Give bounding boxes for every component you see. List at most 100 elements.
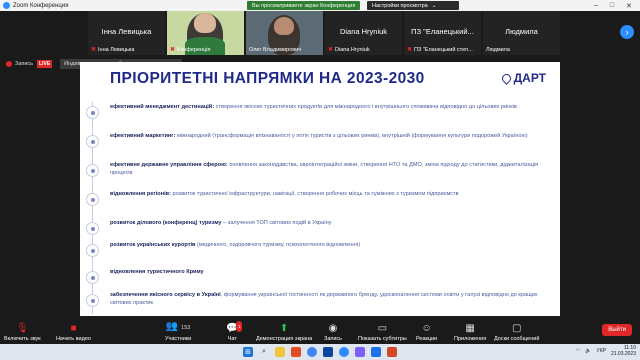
search-icon[interactable]: ⌕ [259, 347, 269, 357]
participant-tile[interactable]: Олег Владимирович [246, 11, 323, 55]
participant-tile[interactable]: Інна Левицька ✖ Інна Левицька [88, 11, 165, 55]
minimize-button[interactable]: – [594, 2, 598, 10]
participant-name: ПЗ "Еланецький степ... [414, 46, 473, 53]
viewing-screen-label: Вы просматриваете экран Конференция [252, 2, 356, 9]
chevron-down-icon: ⌄ [431, 2, 437, 9]
cc-icon: ▭ [377, 323, 388, 334]
priority-heading: ефективний менеджмент дестинацій: [110, 104, 215, 110]
chat-button[interactable]: 💬 1 Чат [226, 321, 243, 342]
next-page-button[interactable]: › [620, 25, 634, 39]
zoom-app-icon [3, 2, 10, 9]
maximize-button[interactable]: □ [610, 2, 614, 10]
leave-meeting-button[interactable]: Выйти [602, 324, 632, 336]
apps-label: Приложения [454, 336, 487, 342]
priority-text: – залучення ТОП світових подій в Україну [221, 220, 332, 226]
unmute-label: Включить звук [4, 336, 41, 342]
powerpoint-icon[interactable] [387, 347, 397, 357]
participant-name: Людмила [486, 47, 510, 53]
word-icon[interactable] [371, 347, 381, 357]
priority-item: ефективний менеджмент дестинацій: створе… [86, 104, 546, 119]
clock[interactable]: 11:10 21.03.2023 [611, 345, 636, 357]
shared-slide: ПРІОРИТЕТНІ НАПРЯМКИ НА 2023-2030 ДАРТ е… [80, 62, 560, 317]
start-video-label: Начать видео [56, 336, 91, 342]
meeting-toolbar: 🎙 Включить звук ■ Начать видео 👥 153 Уча… [0, 316, 640, 344]
priority-heading: ефективний маркетинг: [110, 133, 176, 139]
apps-icon: ▦ [465, 323, 475, 334]
participant-tile[interactable]: ✖ Конференція [167, 11, 244, 55]
participant-face [274, 17, 294, 35]
unmute-button[interactable]: 🎙 Включить звук [4, 323, 41, 342]
record-label: Запись [324, 336, 343, 342]
participant-big-name: Інна Левицька [101, 27, 152, 36]
muted-mic-icon: ✖ [170, 47, 176, 53]
recording-icon [6, 61, 12, 67]
slide-title: ПРІОРИТЕТНІ НАПРЯМКИ НА 2023-2030 [110, 70, 425, 87]
zoom-taskbar-icon[interactable] [339, 347, 349, 357]
viewing-screen-badge: Вы просматриваете экран Конференция [247, 1, 361, 10]
view-options-label: Настройки просмотра [372, 2, 428, 9]
priority-heading: розвиток ділового (конференц) туризму [110, 220, 222, 226]
close-button[interactable]: ✕ [626, 2, 632, 10]
timeline-node-icon [86, 222, 99, 235]
priority-item: відновлення регіонів: розвиток туристичн… [86, 191, 546, 206]
viber-icon[interactable] [355, 347, 365, 357]
store-icon[interactable] [323, 347, 333, 357]
reactions-label: Реакции [416, 336, 438, 342]
participants-button[interactable]: 👥 153 Участники [165, 321, 191, 342]
whiteboards-button[interactable]: ▢ Доски сообщений [494, 323, 539, 342]
participant-name: Олег Владимирович [249, 47, 302, 53]
participant-tile[interactable]: ПЗ "Еланецький... ✖ ПЗ "Еланецький степ..… [404, 11, 481, 55]
reactions-button[interactable]: ☺ Реакции [416, 323, 437, 342]
chrome-icon[interactable] [307, 347, 317, 357]
timeline-node-icon [86, 135, 99, 148]
participant-strip: Інна Левицька ✖ Інна Левицька ✖ Конференці… [0, 11, 640, 55]
participant-face [194, 13, 216, 33]
os-taskbar: ⊞ ⌕ ◠ 🔈 УКР 11:10 21.03.2023 [0, 344, 640, 360]
timeline-node-icon [86, 164, 99, 177]
smiley-icon: ☺ [421, 323, 432, 334]
apps-button[interactable]: ▦ Приложения [454, 323, 486, 342]
timeline-node-icon [86, 193, 99, 206]
timeline-node-icon [86, 244, 99, 257]
priority-heading: ефективне державне управління сферою: [110, 162, 228, 168]
file-explorer-icon[interactable] [275, 347, 285, 357]
windows-start-icon[interactable]: ⊞ [243, 347, 253, 357]
priority-item: відновлення туристичного Криму [86, 269, 546, 284]
chat-label: Чат [227, 336, 237, 342]
participant-big-name: Людмила [505, 27, 538, 36]
priority-text: розвиток туристичної інфраструктури, нав… [170, 191, 459, 197]
live-badge[interactable]: LIVE [37, 60, 53, 68]
priority-item: забезпечення якісного сервісу в Україні,… [86, 292, 546, 307]
record-button[interactable]: ◉ Запись [324, 323, 342, 342]
logo-text: ДАРТ [513, 71, 546, 85]
chat-unread-badge: 1 [235, 321, 243, 332]
priority-heading: розвиток українських курортів [110, 242, 196, 248]
clock-date: 21.03.2023 [610, 351, 636, 357]
participants-label: Участники [165, 336, 192, 342]
record-icon: ◉ [328, 323, 338, 334]
captions-button[interactable]: ▭ Показать субтитры [358, 323, 407, 342]
window-titlebar: Zoom Конференция Вы просматриваете экран… [0, 0, 640, 11]
view-options-button[interactable]: Настройки просмотра ⌄ [367, 1, 459, 10]
priority-item: розвиток українських курортів (медичного… [86, 242, 546, 257]
recording-label: Запись [15, 61, 34, 67]
priority-text: створення якісних туристичних продуктів … [214, 104, 517, 110]
priority-text: (медичного, оздоровчого туризму, психоло… [195, 242, 361, 248]
participants-count: 153 [181, 325, 191, 331]
timeline-node-icon [86, 294, 99, 307]
share-screen-icon: ⬆ [279, 323, 289, 334]
mic-off-icon: 🎙 [15, 323, 29, 334]
start-video-button[interactable]: ■ Начать видео [56, 323, 91, 342]
language-indicator[interactable]: УКР [597, 348, 606, 354]
opera-icon[interactable] [291, 347, 301, 357]
wifi-icon[interactable]: ◠ [576, 348, 580, 354]
participant-tile[interactable]: Diana Hryniuk ✖ Diana Hryniuk [325, 11, 402, 55]
participant-tile[interactable]: Людмила Людмила [483, 11, 560, 55]
whiteboard-icon: ▢ [511, 323, 522, 334]
timeline-node-icon [86, 106, 99, 119]
volume-icon[interactable]: 🔈 [585, 348, 591, 354]
priority-heading: забезпечення якісного сервісу в Україні [110, 292, 221, 298]
share-screen-button[interactable]: ⬆ Демонстрация экрана [256, 323, 312, 342]
whiteboards-label: Доски сообщений [494, 336, 540, 342]
participant-name: Конференція [177, 46, 211, 53]
